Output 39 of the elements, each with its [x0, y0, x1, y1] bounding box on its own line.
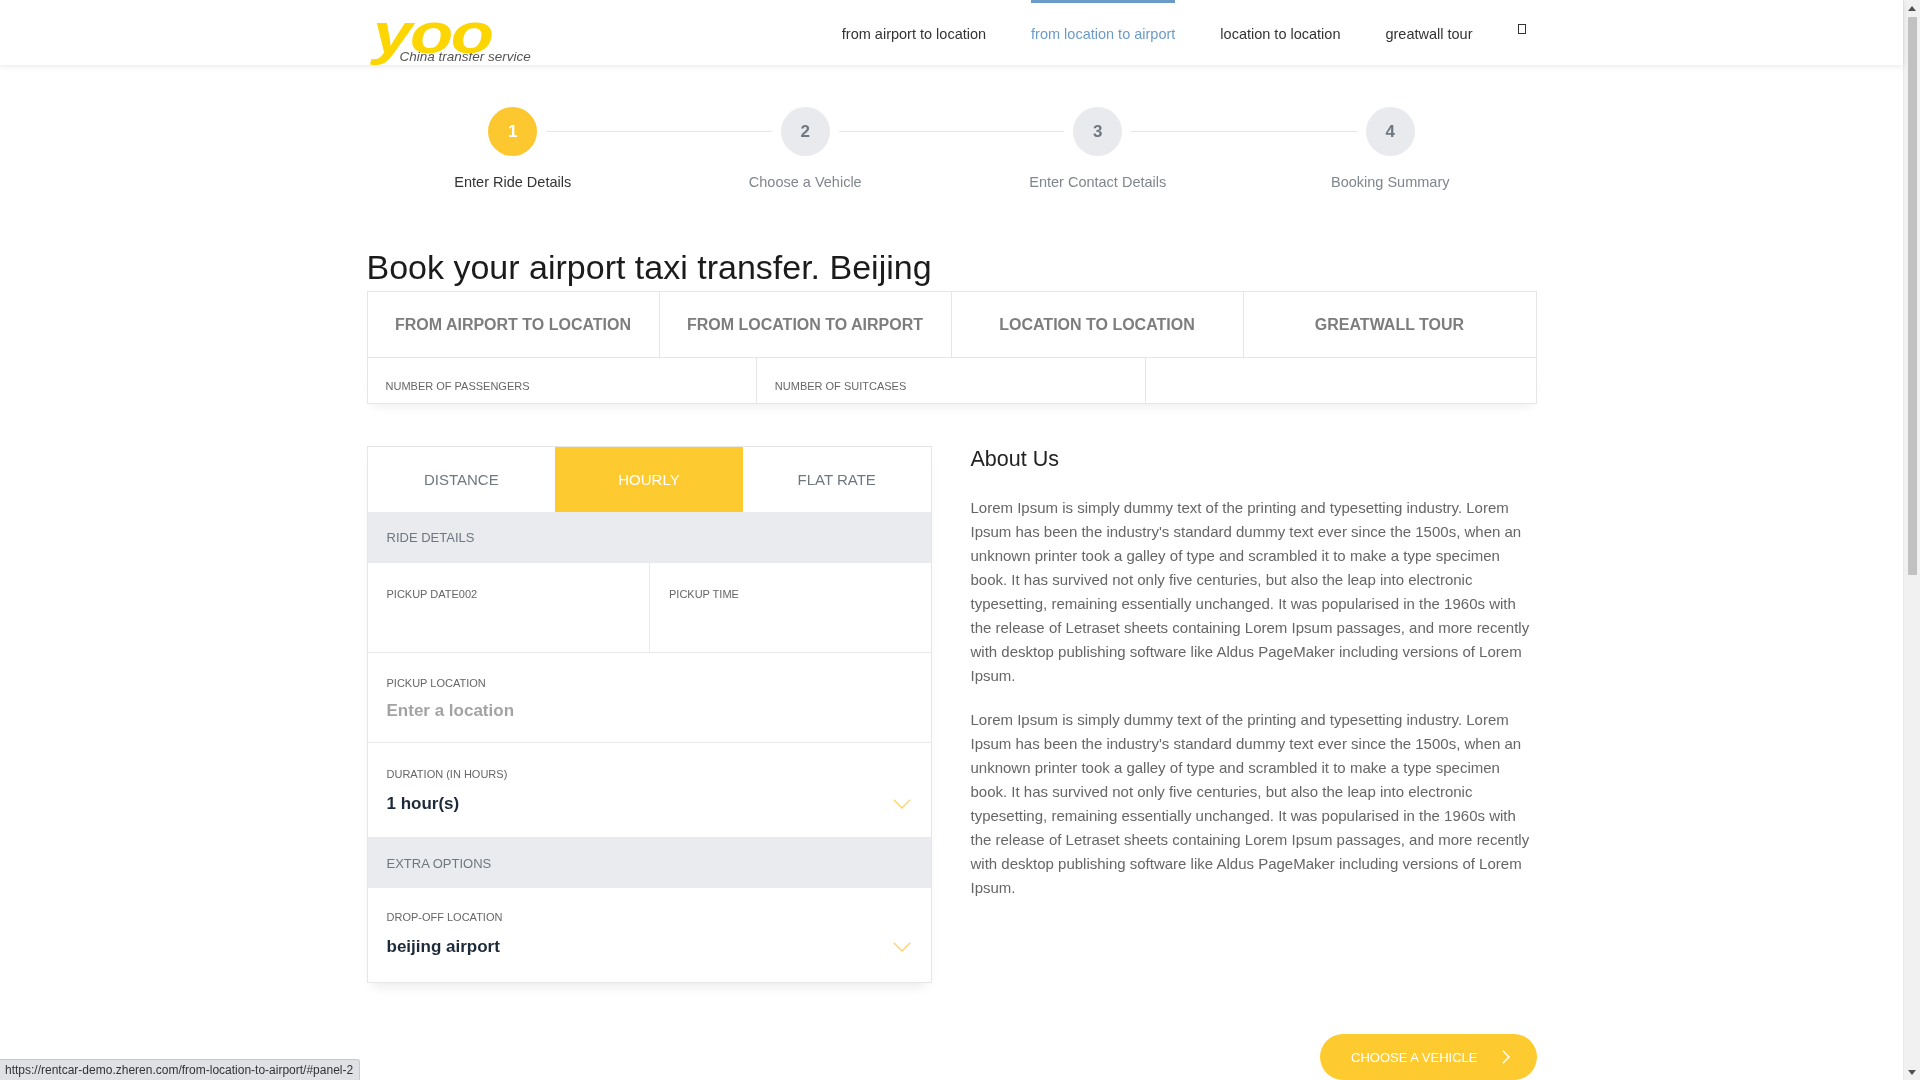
rate-tab[interactable]: DISTANCE	[367, 447, 556, 512]
count-select[interactable]: NUMBER OF PASSENGERS	[367, 358, 757, 403]
step-number: 4	[1365, 107, 1415, 156]
section-header: EXTRA OPTIONS	[367, 838, 931, 888]
step-label: Enter Contact Details	[1029, 173, 1167, 191]
about-paragraph: Lorem Ipsum is simply dummy text of the printing and typesetting industry. Lorem Ipsum has been the industry's standard dummy text ever since the 1500s, when an unknown printer took a galley of type and scrambled it to make a type specimen book. It has survived not only five centuries, but also the leap into electronic typesetting, remaining essentially unchanged. It was popularised in the 1960s with the release of Letraset sheets containing Lorem Ipsum passages, and more recently with desktop publishing software like Aldus PageMaker including versions of Lorem Ipsum.	[970, 498, 1531, 686]
step-label: Choose a Vehicle	[748, 173, 862, 191]
field-label: PICKUP DATE002	[386, 588, 479, 601]
field-label: DROP-OFF LOCATION	[386, 911, 504, 924]
step-label: Booking Summary	[1331, 173, 1450, 191]
section-header: RIDE DETAILS	[367, 512, 931, 563]
nav-link[interactable]: from airport to location	[841, 0, 987, 65]
chevron-right-icon	[1501, 1050, 1510, 1064]
nav-link[interactable]: greatwall tour	[1385, 0, 1473, 65]
scroll-up-icon[interactable]	[1908, 6, 1916, 11]
section-heading: About Us	[970, 446, 1060, 472]
status-url: https://rentcar-demo.zheren.com/from-location-to-airport/#panel-2	[0, 1059, 361, 1080]
input-field[interactable]: PICKUP TIME	[649, 563, 931, 652]
step-label: Enter Ride Details	[454, 173, 572, 191]
square-glyph-icon[interactable]	[1517, 24, 1526, 34]
dropdown-select[interactable]: DROP-OFF LOCATION beijing airport	[367, 888, 931, 982]
field-label: PICKUP LOCATION	[386, 677, 487, 690]
field-label: DURATION (IN HOURS)	[386, 768, 509, 781]
scrollbar[interactable]	[1903, 0, 1920, 1080]
text-input[interactable]: Enter a location	[386, 700, 912, 722]
step-number: 3	[1073, 107, 1123, 156]
step-number: 2	[780, 107, 830, 156]
nav-link[interactable]: location to location	[1220, 0, 1341, 65]
scroll-down-icon[interactable]	[1908, 1070, 1916, 1075]
input-field[interactable]: PICKUP DATE002	[367, 563, 649, 652]
about-paragraph: Lorem Ipsum is simply dummy text of the printing and typesetting industry. Lorem Ipsum has been the industry's standard dummy text ever since the 1500s, when an unknown printer took a galley of type and scrambled it to make a type specimen book. It has survived not only five centuries, but also the leap into electronic typesetting, remaining essentially unchanged. It was popularised in the 1960s with the release of Letraset sheets containing Lorem Ipsum passages, and more recently with desktop publishing software like Aldus PageMaker including versions of Lorem Ipsum.	[970, 710, 1531, 898]
count-select[interactable]: NUMBER OF SUITCASES	[756, 358, 1147, 403]
page-title: Book your airport taxi transfer. Beijing	[366, 247, 933, 288]
field-label: PICKUP TIME	[669, 588, 740, 601]
rate-tab[interactable]: FLAT RATE	[742, 447, 931, 512]
scrollbar-thumb[interactable]	[1907, 17, 1917, 575]
chevron-down-icon	[892, 799, 911, 809]
chevron-down-icon	[892, 942, 911, 952]
step-number: 1	[488, 107, 538, 156]
